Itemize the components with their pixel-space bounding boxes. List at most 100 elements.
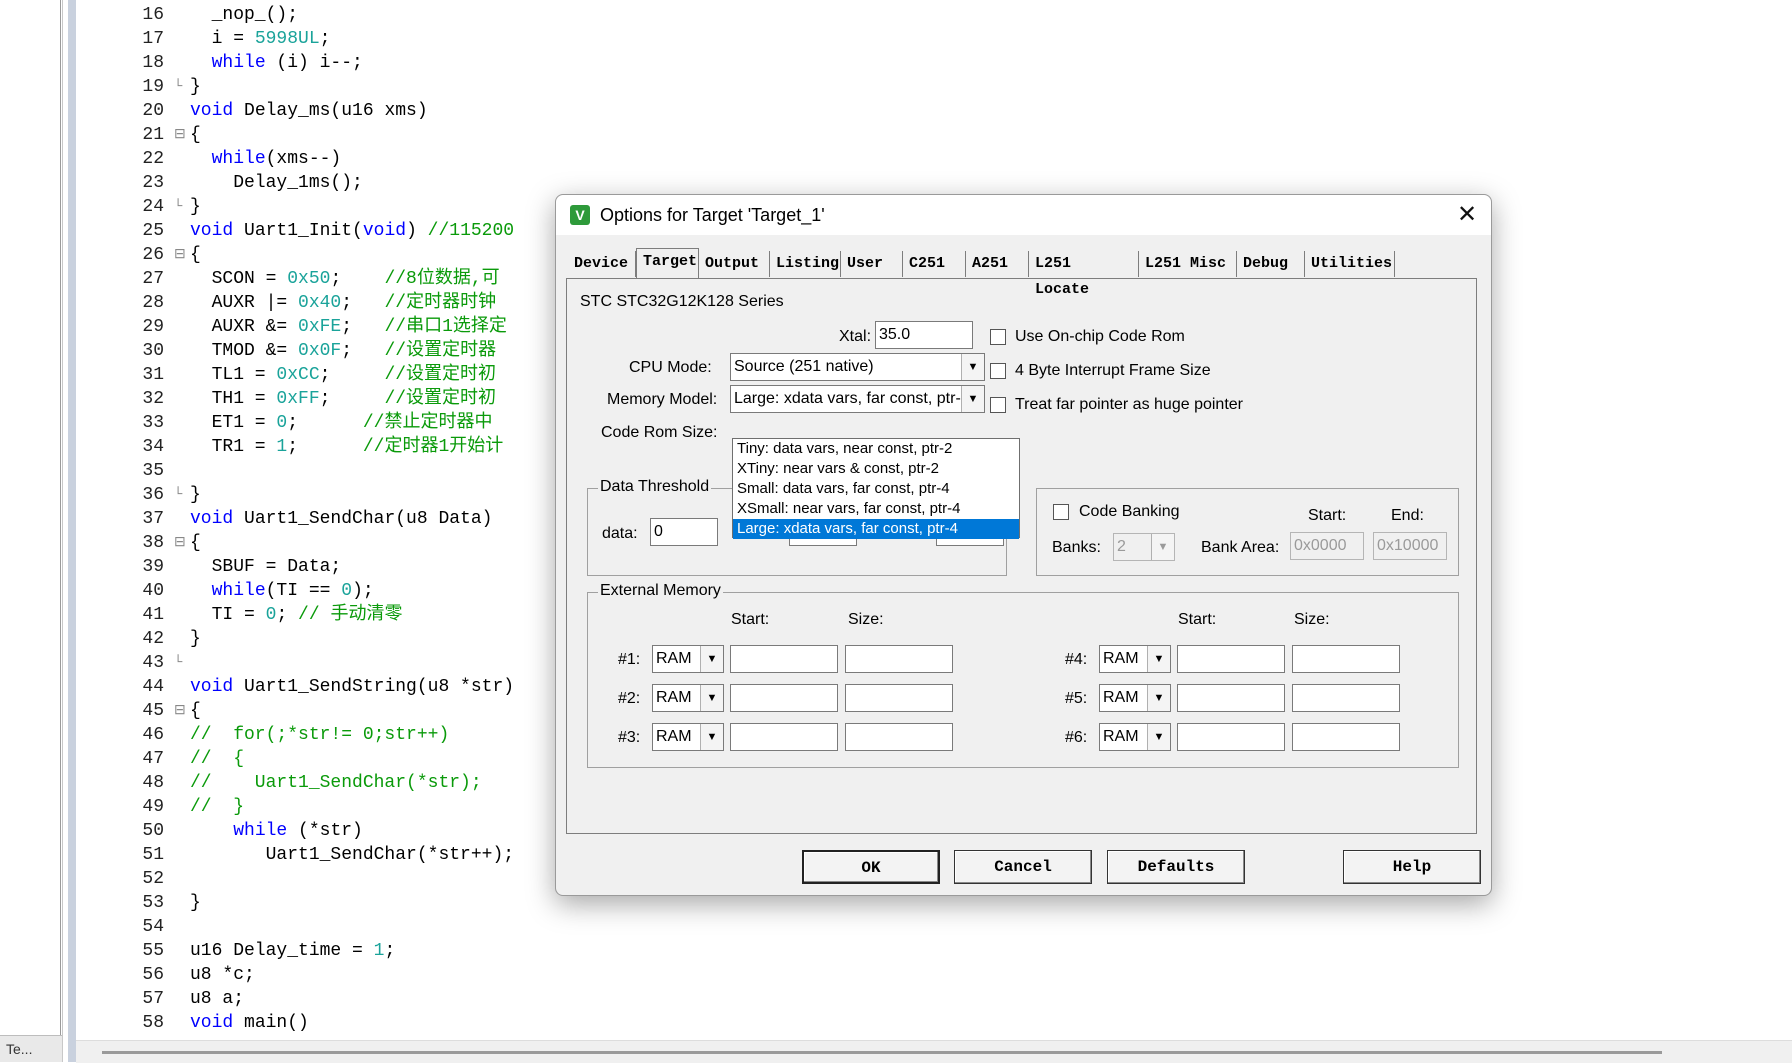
ext-memory-type-value: RAM bbox=[1103, 650, 1139, 667]
code-text: AUXR &= 0xFE; //串口1选择定 bbox=[190, 317, 507, 337]
tab-output[interactable]: Output bbox=[699, 251, 770, 277]
tab-device[interactable]: Device bbox=[568, 251, 636, 277]
ext-memory-type-select[interactable]: RAM ▼ bbox=[652, 645, 724, 673]
fold-toggle-icon[interactable]: ⊟ bbox=[174, 699, 188, 723]
ext-memory-start-input[interactable] bbox=[1177, 723, 1285, 751]
chevron-down-icon[interactable]: ▼ bbox=[1147, 646, 1170, 672]
code-text: TH1 = 0xFF; //设置定时初 bbox=[190, 389, 497, 409]
tab-a251[interactable]: A251 bbox=[966, 251, 1029, 277]
code-line[interactable]: 56 u8 *c; bbox=[76, 963, 1792, 987]
code-text: // { bbox=[190, 749, 245, 769]
code-line[interactable]: 17 i = 5998UL; bbox=[76, 27, 1792, 51]
chevron-down-icon[interactable]: ▼ bbox=[700, 685, 723, 711]
onchip-rom-checkbox[interactable] bbox=[990, 329, 1006, 345]
project-tab[interactable]: Te... bbox=[0, 1035, 62, 1062]
tab-c251[interactable]: C251 bbox=[903, 251, 966, 277]
code-text: Uart1_SendChar(*str++); bbox=[190, 845, 515, 865]
ext-memory-size-input[interactable] bbox=[1292, 684, 1400, 712]
ext-memory-start-input[interactable] bbox=[1177, 645, 1285, 673]
line-number: 51 bbox=[142, 845, 164, 865]
tab-debug[interactable]: Debug bbox=[1237, 251, 1305, 277]
code-line[interactable]: 58 void main() bbox=[76, 1011, 1792, 1035]
fold-toggle-icon[interactable]: ⊟ bbox=[174, 243, 188, 267]
ext-memory-type-select[interactable]: RAM ▼ bbox=[652, 723, 724, 751]
defaults-button[interactable]: Defaults bbox=[1107, 850, 1245, 884]
memory-model-option[interactable]: Tiny: data vars, near const, ptr-2 bbox=[733, 439, 1019, 459]
ext-memory-size-input[interactable] bbox=[1292, 723, 1400, 751]
ext-memory-type-select[interactable]: RAM ▼ bbox=[652, 684, 724, 712]
code-line[interactable]: 54 bbox=[76, 915, 1792, 939]
code-banking-checkbox[interactable] bbox=[1053, 504, 1069, 520]
ext-memory-start-input[interactable] bbox=[730, 684, 838, 712]
far-pointer-checkbox[interactable] bbox=[990, 397, 1006, 413]
chevron-down-icon[interactable]: ▼ bbox=[961, 354, 984, 380]
ext-start-label-left: Start: bbox=[731, 611, 770, 628]
xtal-input[interactable]: 35.0 bbox=[875, 321, 973, 349]
ext-memory-size-input[interactable] bbox=[845, 684, 953, 712]
ext-memory-size-input[interactable] bbox=[1292, 645, 1400, 673]
banks-value: 2 bbox=[1117, 538, 1126, 555]
memory-model-dropdown-list[interactable]: Tiny: data vars, near const, ptr-2 XTiny:… bbox=[732, 438, 1020, 539]
fold-toggle-icon[interactable]: ⊟ bbox=[174, 531, 188, 555]
code-line[interactable]: 19 └} bbox=[76, 75, 1792, 99]
ext-memory-start-input[interactable] bbox=[1177, 684, 1285, 712]
ext-memory-size-input[interactable] bbox=[845, 723, 953, 751]
code-text: u8 a; bbox=[190, 989, 245, 1009]
scrollbar-thumb[interactable] bbox=[102, 1051, 1662, 1054]
ext-memory-size-input[interactable] bbox=[845, 645, 953, 673]
code-line[interactable]: 18 while (i) i--; bbox=[76, 51, 1792, 75]
chevron-down-icon[interactable]: ▼ bbox=[961, 386, 984, 412]
code-line[interactable]: 16 _nop_(); bbox=[76, 3, 1792, 27]
tab-l251-misc[interactable]: L251 Misc bbox=[1139, 251, 1237, 277]
help-button[interactable]: Help bbox=[1343, 850, 1481, 884]
line-number: 53 bbox=[142, 893, 164, 913]
code-line[interactable]: 21 ⊟{ bbox=[76, 123, 1792, 147]
bank-end-input[interactable]: 0x10000 bbox=[1373, 532, 1447, 560]
horizontal-scrollbar[interactable] bbox=[76, 1040, 1792, 1063]
chevron-down-icon[interactable]: ▼ bbox=[1147, 724, 1170, 750]
memory-model-option[interactable]: XSmall: near vars, far const, ptr-4 bbox=[733, 499, 1019, 519]
cancel-button[interactable]: Cancel bbox=[954, 850, 1092, 884]
memory-model-option[interactable]: Large: xdata vars, far const, ptr-4 bbox=[733, 519, 1019, 539]
memory-model-option[interactable]: XTiny: near vars & const, ptr-2 bbox=[733, 459, 1019, 479]
ext-memory-type-select[interactable]: RAM ▼ bbox=[1099, 723, 1171, 751]
four-byte-frame-label: 4 Byte Interrupt Frame Size bbox=[1015, 362, 1211, 379]
tab-target[interactable]: Target bbox=[636, 248, 699, 278]
memory-model-option[interactable]: Small: data vars, far const, ptr-4 bbox=[733, 479, 1019, 499]
ext-start-label-right: Start: bbox=[1178, 611, 1217, 628]
chevron-down-icon[interactable]: ▼ bbox=[1147, 685, 1170, 711]
banks-select[interactable]: 2 ▼ bbox=[1113, 533, 1175, 561]
chevron-down-icon[interactable]: ▼ bbox=[1151, 534, 1174, 560]
code-line[interactable]: 22 while(xms--) bbox=[76, 147, 1792, 171]
code-line[interactable]: 55 u16 Delay_time = 1; bbox=[76, 939, 1792, 963]
chevron-down-icon[interactable]: ▼ bbox=[700, 724, 723, 750]
line-number: 50 bbox=[142, 821, 164, 841]
tab-utilities[interactable]: Utilities bbox=[1305, 251, 1395, 277]
ext-memory-start-input[interactable] bbox=[730, 645, 838, 673]
four-byte-frame-checkbox[interactable] bbox=[990, 363, 1006, 379]
tab-user[interactable]: User bbox=[841, 251, 903, 277]
ext-memory-type-select[interactable]: RAM ▼ bbox=[1099, 645, 1171, 673]
tab-listing[interactable]: Listing bbox=[770, 251, 841, 277]
ok-button[interactable]: OK bbox=[802, 850, 940, 884]
code-text: { bbox=[190, 245, 201, 265]
code-line[interactable]: 57 u8 a; bbox=[76, 987, 1792, 1011]
ext-memory-start-input[interactable] bbox=[730, 723, 838, 751]
cpu-mode-select[interactable]: Source (251 native) ▼ bbox=[730, 353, 985, 381]
line-number: 52 bbox=[142, 869, 164, 889]
code-line[interactable]: 23 Delay_1ms(); bbox=[76, 171, 1792, 195]
tab-l251-locate[interactable]: L251 Locate bbox=[1029, 251, 1139, 298]
line-number: 38 bbox=[142, 533, 164, 553]
line-number: 18 bbox=[142, 53, 164, 73]
chevron-down-icon[interactable]: ▼ bbox=[700, 646, 723, 672]
ext-memory-type-select[interactable]: RAM ▼ bbox=[1099, 684, 1171, 712]
close-icon[interactable]: ✕ bbox=[1451, 199, 1483, 231]
bank-start-input[interactable]: 0x0000 bbox=[1290, 532, 1364, 560]
fold-toggle-icon[interactable]: ⊟ bbox=[174, 123, 188, 147]
data-threshold-input[interactable]: 0 bbox=[650, 518, 718, 546]
line-number: 55 bbox=[142, 941, 164, 961]
memory-model-select[interactable]: Large: xdata vars, far const, ptr-4 ▼ bbox=[730, 385, 985, 413]
code-line[interactable]: 20 void Delay_ms(u16 xms) bbox=[76, 99, 1792, 123]
code-text: TI = 0; // 手动清零 bbox=[190, 605, 403, 625]
fold-guide: └ bbox=[174, 79, 183, 95]
